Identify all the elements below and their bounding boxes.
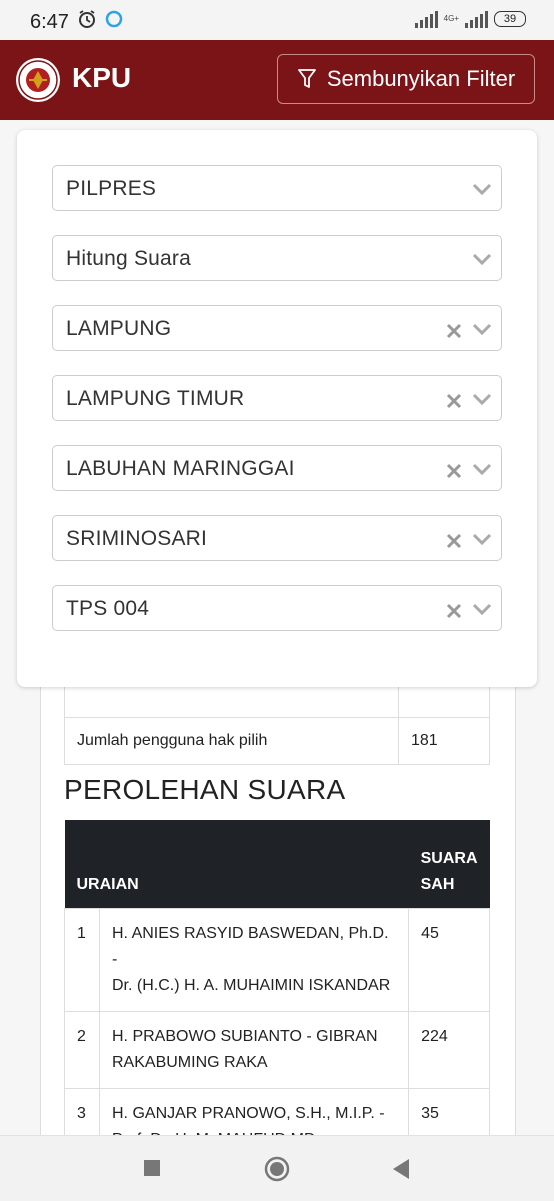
chevron-down-icon[interactable]: [471, 318, 493, 340]
candidate-name: H. ANIES RASYID BASWEDAN, Ph.D. - Dr. (H…: [98, 908, 410, 1012]
select-value: LAMPUNG TIMUR: [66, 387, 245, 410]
summary-label: Jumlah pengguna hak pilih: [64, 717, 399, 765]
clear-icon[interactable]: [445, 388, 463, 410]
clear-icon[interactable]: [445, 318, 463, 340]
candidate-votes: 224: [408, 1011, 490, 1089]
select-value: LABUHAN MARINGGAI: [66, 457, 295, 480]
election-type-select[interactable]: PILPRES: [52, 165, 502, 211]
table-row: Jumlah pengguna hak pilih 181: [64, 717, 490, 765]
candidate-name-line2: RAKABUMING RAKA: [112, 1054, 268, 1071]
status-bar: 6:47 4G+ 39: [0, 0, 554, 40]
kpu-emblem-icon: [18, 60, 58, 100]
column-header-description: URAIAN: [64, 820, 409, 909]
status-time: 6:47: [30, 10, 69, 33]
chevron-down-icon[interactable]: [471, 388, 493, 410]
regency-select[interactable]: LAMPUNG TIMUR: [52, 375, 502, 421]
battery-level: 39: [503, 13, 517, 25]
province-select[interactable]: LAMPUNG: [52, 305, 502, 351]
table-header-row: URAIAN SUARA SAH: [64, 820, 490, 909]
filter-panel: PILPRES Hitung Suara LAMPUNG LAMPUNG TIM…: [17, 130, 537, 687]
recent-apps-icon[interactable]: [143, 1159, 161, 1177]
signal-icon-2: [465, 10, 488, 28]
polling-station-select[interactable]: TPS 004: [52, 585, 502, 631]
chevron-down-icon[interactable]: [471, 178, 493, 200]
clear-icon[interactable]: [445, 528, 463, 550]
village-select[interactable]: SRIMINOSARI: [52, 515, 502, 561]
network-type: 4G+: [443, 14, 459, 23]
back-icon[interactable]: [392, 1158, 410, 1180]
app-notification-icon: [105, 10, 123, 34]
candidate-name-line1: H. GANJAR PRANOWO, S.H., M.I.P. -: [112, 1105, 385, 1122]
toggle-filter-button[interactable]: Sembunyikan Filter: [277, 54, 535, 104]
table-row: 2 H. PRABOWO SUBIANTO - GIBRAN RAKABUMIN…: [64, 1011, 490, 1089]
count-type-select[interactable]: Hitung Suara: [52, 235, 502, 281]
system-navigation-bar: [0, 1135, 554, 1201]
chevron-down-icon[interactable]: [471, 598, 493, 620]
select-value: SRIMINOSARI: [66, 527, 208, 550]
home-icon[interactable]: [264, 1156, 290, 1182]
clear-icon[interactable]: [445, 458, 463, 480]
column-header-votes: SUARA SAH: [408, 820, 490, 909]
candidate-number: 2: [64, 1011, 100, 1089]
toggle-filter-label: Sembunyikan Filter: [326, 66, 516, 91]
chevron-down-icon[interactable]: [471, 248, 493, 270]
column-header-votes-line2: SAH: [420, 876, 455, 893]
app-header: KPU Sembunyikan Filter: [0, 40, 554, 120]
funnel-icon: [297, 69, 316, 88]
summary-value: 181: [398, 717, 490, 765]
clear-icon[interactable]: [445, 598, 463, 620]
section-title: PEROLEHAN SUARA: [64, 774, 346, 805]
signal-icon: [414, 10, 438, 28]
chevron-down-icon[interactable]: [471, 528, 493, 550]
column-header-votes-line1: SUARA: [420, 850, 478, 867]
candidate-name: H. PRABOWO SUBIANTO - GIBRAN RAKABUMING …: [98, 1011, 410, 1089]
select-value: TPS 004: [66, 597, 150, 620]
battery-icon: 39: [494, 11, 526, 27]
vote-results-table: URAIAN SUARA SAH 1 H. ANIES RASYID BASWE…: [64, 820, 490, 1166]
candidate-name-line1: H. PRABOWO SUBIANTO - GIBRAN: [112, 1028, 378, 1045]
candidate-votes: 45: [408, 908, 490, 1012]
alarm-icon: [77, 9, 97, 35]
kpu-logo[interactable]: [16, 58, 60, 102]
chevron-down-icon[interactable]: [471, 458, 493, 480]
select-value: PILPRES: [66, 177, 157, 200]
candidate-number: 1: [64, 908, 100, 1012]
select-value: Hitung Suara: [66, 247, 191, 270]
table-row: 1 H. ANIES RASYID BASWEDAN, Ph.D. - Dr. …: [64, 908, 490, 1012]
select-value: LAMPUNG: [66, 317, 172, 340]
candidate-name-line2: Dr. (H.C.) H. A. MUHAIMIN ISKANDAR: [112, 977, 391, 994]
brand-title[interactable]: KPU: [72, 62, 131, 94]
candidate-name-line1: H. ANIES RASYID BASWEDAN, Ph.D. -: [112, 925, 389, 968]
district-select[interactable]: LABUHAN MARINGGAI: [52, 445, 502, 491]
